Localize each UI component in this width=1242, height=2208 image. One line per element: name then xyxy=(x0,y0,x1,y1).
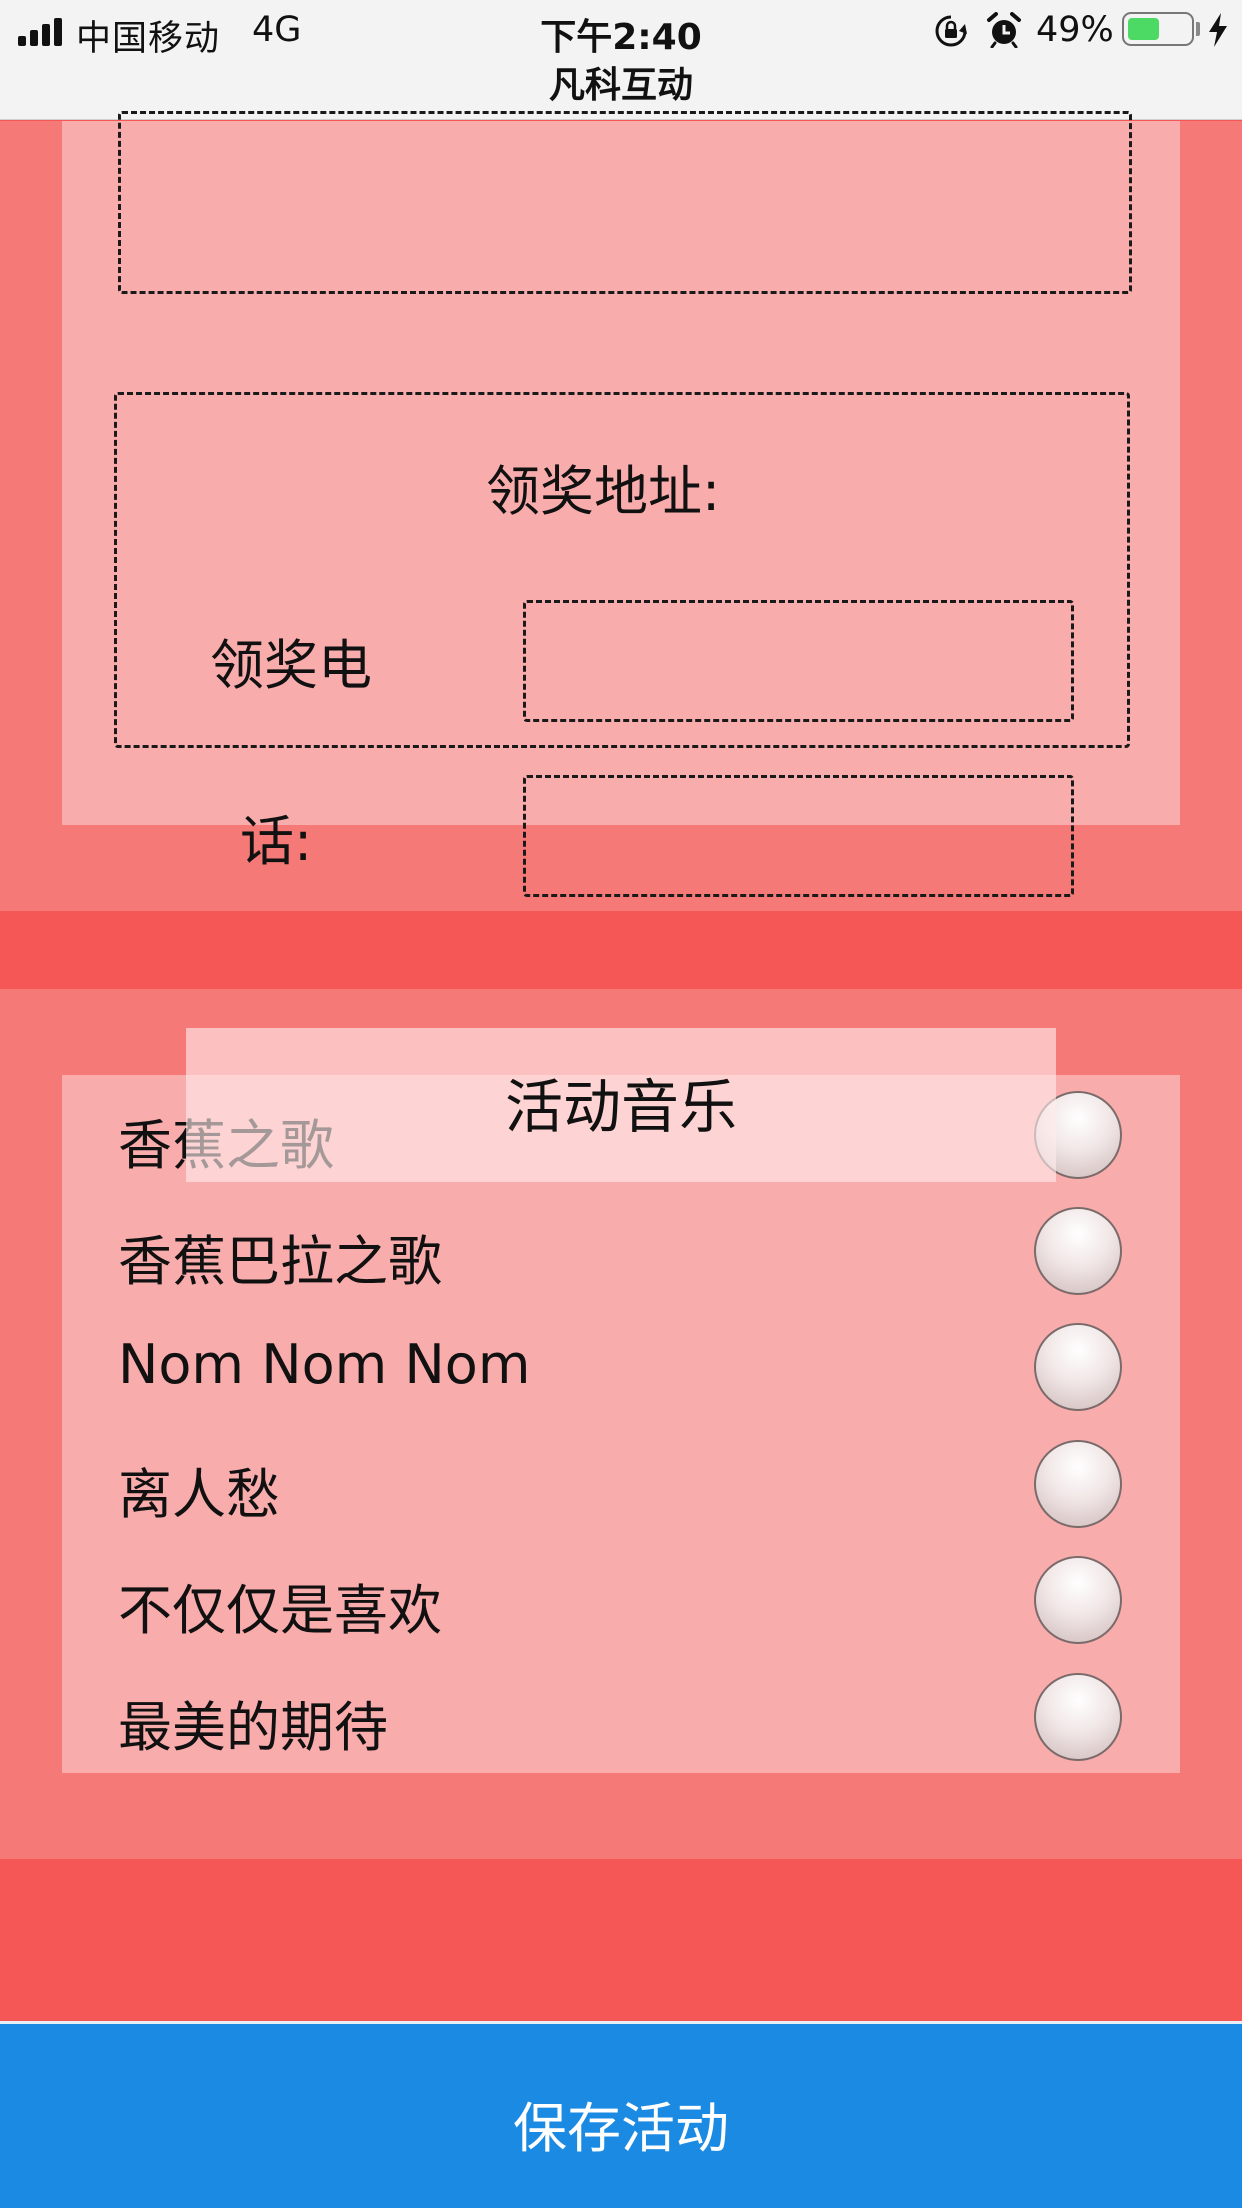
song-option[interactable]: 最美的期待 xyxy=(62,1657,1180,1773)
song-radio-button[interactable] xyxy=(1034,1207,1122,1295)
alarm-icon xyxy=(987,12,1021,48)
charging-bolt-icon xyxy=(1209,13,1227,47)
music-title-overlay: 活动音乐 xyxy=(186,1028,1056,1182)
song-radio-button[interactable] xyxy=(1034,1323,1122,1411)
phone-input-primary[interactable] xyxy=(523,600,1074,722)
song-option[interactable]: Nom Nom Nom xyxy=(62,1307,1180,1423)
song-radio-button[interactable] xyxy=(1034,1556,1122,1644)
prize-description-field[interactable] xyxy=(118,111,1132,294)
prize-info-section: 领奖地址: 领奖电 话: xyxy=(0,111,1242,911)
song-option[interactable]: 不仅仅是喜欢 xyxy=(62,1540,1180,1656)
song-name: 不仅仅是喜欢 xyxy=(118,1579,442,1642)
battery-percent: 49% xyxy=(1036,10,1114,50)
song-option[interactable]: 香蕉巴拉之歌 xyxy=(62,1191,1180,1307)
phone-input-secondary[interactable] xyxy=(523,775,1074,897)
phone-label-continued: 话: xyxy=(240,810,313,873)
status-bar: 中国移动 4G 下午2:40 凡科互动 49% xyxy=(0,0,1242,120)
save-activity-button[interactable]: 保存活动 xyxy=(0,2021,1242,2208)
save-activity-label: 保存活动 xyxy=(513,2097,729,2160)
song-name: 最美的期待 xyxy=(118,1696,388,1759)
song-name: Nom Nom Nom xyxy=(118,1333,531,1396)
app-title: 凡科互动 xyxy=(548,65,693,106)
music-section-title: 活动音乐 xyxy=(504,1073,737,1141)
phone-label: 领奖电 xyxy=(210,634,372,697)
song-radio-button[interactable] xyxy=(1034,1673,1122,1761)
orientation-lock-icon xyxy=(935,15,967,47)
song-radio-button[interactable] xyxy=(1034,1440,1122,1528)
battery-icon xyxy=(1122,12,1194,46)
song-name: 香蕉巴拉之歌 xyxy=(118,1230,442,1293)
song-name: 离人愁 xyxy=(118,1463,280,1526)
address-label: 领奖地址: xyxy=(486,460,721,523)
song-option[interactable]: 离人愁 xyxy=(62,1424,1180,1540)
battery-tip xyxy=(1196,22,1200,36)
battery-level-fill xyxy=(1128,18,1159,40)
